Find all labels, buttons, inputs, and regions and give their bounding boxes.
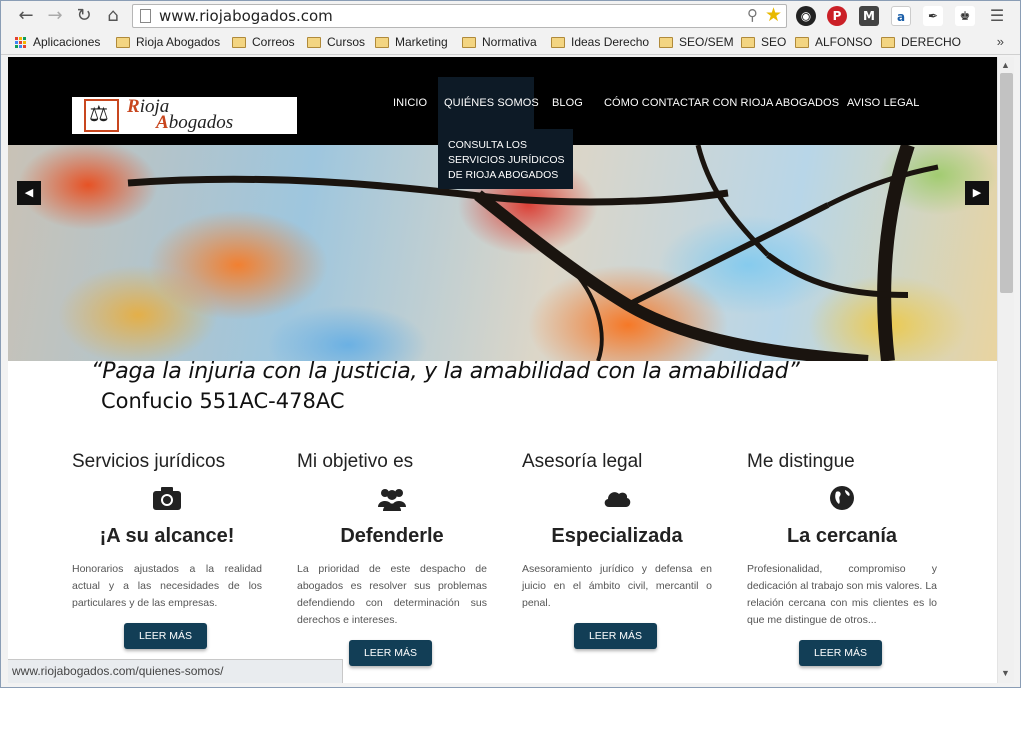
bookmark-label: Aplicaciones xyxy=(33,35,101,49)
leer-mas-button[interactable]: LEER MÁS xyxy=(799,640,882,666)
column-text: Asesoramiento jurídico y defensa en juic… xyxy=(522,563,712,609)
bookmark-label: Rioja Abogados xyxy=(136,35,221,49)
submenu-dropdown[interactable]: CONSULTA LOS SERVICIOS JURÍDICOS DE RIOJ… xyxy=(438,129,573,189)
bookmark-label: Ideas Derecho xyxy=(571,35,650,49)
column-subtitle: ¡A su alcance! xyxy=(99,525,235,547)
pen-extension-icon[interactable]: ✒ xyxy=(923,6,943,26)
bookmark-label: SEO xyxy=(761,35,787,49)
users-icon xyxy=(378,489,406,511)
menu-aviso-legal[interactable]: AVISO LEGAL xyxy=(847,97,919,109)
bookmarks-bar: Aplicaciones Rioja Abogados Correos Curs… xyxy=(1,31,1020,55)
feature-column-servicios: Servicios jurídicos ¡A su alcance! Honor… xyxy=(72,451,262,649)
owl-extension-icon[interactable]: ◉ xyxy=(796,6,816,26)
logo-word-abogados: Abogados xyxy=(156,112,234,133)
star-icon[interactable]: ★ xyxy=(765,4,782,26)
submenu-consulta-servicios[interactable]: CONSULTA LOS SERVICIOS JURÍDICOS DE RIOJ… xyxy=(448,138,570,183)
address-bar[interactable]: www.riojabogados.com ⚲ ★ xyxy=(132,4,787,28)
feature-column-objetivo: Mi objetivo es Defenderle La prioridad d… xyxy=(297,451,487,666)
bookmark-label: ALFONSO xyxy=(815,35,873,49)
globe-icon xyxy=(830,486,854,510)
hero-quote: “Paga la injuria con la justicia, y la a… xyxy=(91,359,800,384)
feature-column-asesoria: Asesoría legal Especializada Asesoramien… xyxy=(522,451,712,649)
folder-icon xyxy=(881,36,895,48)
folder-icon xyxy=(462,36,476,48)
bookmark-label: Marketing xyxy=(395,35,448,49)
bookmark-label: Cursos xyxy=(327,35,366,49)
scroll-down-arrow-icon[interactable]: ▼ xyxy=(1001,668,1010,678)
bookmark-folder[interactable]: Ideas Derecho xyxy=(551,35,649,49)
bookmark-folder[interactable]: SEO xyxy=(741,35,786,49)
folder-icon xyxy=(741,36,755,48)
bookmark-folder[interactable]: DERECHO xyxy=(881,35,961,49)
evernote-extension-icon[interactable]: ♚ xyxy=(955,6,975,26)
folder-icon xyxy=(795,36,809,48)
bookmark-folder[interactable]: Correos xyxy=(232,35,295,49)
more-bookmarks-button[interactable]: » xyxy=(997,34,1004,49)
zoom-icon[interactable]: ⚲ xyxy=(747,6,758,24)
bookmark-folder[interactable]: Rioja Abogados xyxy=(116,35,220,49)
column-title: Mi objetivo es xyxy=(297,451,414,472)
bookmark-folder[interactable]: Marketing xyxy=(375,35,448,49)
bookmark-label: Normativa xyxy=(482,35,537,49)
leer-mas-button[interactable]: LEER MÁS xyxy=(349,640,432,666)
column-text: La prioridad de este despacho de abogado… xyxy=(297,563,487,626)
bookmark-folder[interactable]: Cursos xyxy=(307,35,365,49)
reload-icon[interactable]: ↻ xyxy=(73,5,95,27)
bookmark-apps[interactable]: Aplicaciones xyxy=(15,35,100,49)
column-title: Me distingue xyxy=(747,451,855,472)
folder-icon xyxy=(659,36,673,48)
column-text: Profesionalidad, compromiso y dedicación… xyxy=(747,563,937,626)
browser-window: ← → ↻ ⌂ www.riojabogados.com ⚲ ★ ◉ P M a… xyxy=(0,0,1021,688)
feature-column-distingue: Me distingue La cercanía Profesionalidad… xyxy=(747,451,937,666)
hamburger-menu-icon[interactable]: ☰ xyxy=(986,5,1008,27)
pinterest-extension-icon[interactable]: P xyxy=(827,6,847,26)
menu-quienes-somos[interactable]: QUIÉNES SOMOS xyxy=(444,97,539,109)
camera-icon xyxy=(153,487,181,510)
folder-icon xyxy=(551,36,565,48)
site-logo[interactable]: ⚖ Rioja Abogados xyxy=(72,96,297,134)
bookmark-folder[interactable]: Normativa xyxy=(462,35,537,49)
bookmark-label: Correos xyxy=(252,35,295,49)
back-arrow-icon[interactable]: ← xyxy=(15,5,37,27)
forward-arrow-icon[interactable]: → xyxy=(44,5,66,27)
amazon-extension-icon[interactable]: a xyxy=(891,6,911,26)
page-viewport: ⚖ Rioja Abogados INICIO QUIÉNES SOMOS BL… xyxy=(8,57,997,683)
folder-icon xyxy=(307,36,321,48)
bookmark-label: SEO/SEM xyxy=(679,35,734,49)
scales-icon: ⚖ xyxy=(89,102,109,127)
menu-blog[interactable]: BLOG xyxy=(552,97,583,109)
slider-next-button[interactable]: ▶ xyxy=(965,181,989,205)
bookmark-folder[interactable]: SEO/SEM xyxy=(659,35,734,49)
page-icon xyxy=(140,9,151,23)
bookmark-label: DERECHO xyxy=(901,35,962,49)
m-extension-icon[interactable]: M xyxy=(859,6,879,26)
home-icon[interactable]: ⌂ xyxy=(102,5,124,27)
quote-author: Confucio 551AC-478AC xyxy=(101,389,345,413)
folder-icon xyxy=(375,36,389,48)
menu-inicio[interactable]: INICIO xyxy=(393,97,427,109)
column-title: Servicios jurídicos xyxy=(72,451,226,472)
apps-grid-icon xyxy=(15,36,26,48)
scrollbar-thumb[interactable] xyxy=(1000,73,1013,293)
column-text: Honorarios ajustados a la realidad actua… xyxy=(72,563,262,609)
cloud-icon xyxy=(604,492,631,507)
column-subtitle: Especializada xyxy=(551,525,683,547)
bookmark-folder[interactable]: ALFONSO xyxy=(795,35,872,49)
url-text[interactable]: www.riojabogados.com xyxy=(159,7,333,25)
column-title: Asesoría legal xyxy=(522,451,643,472)
column-subtitle: La cercanía xyxy=(786,525,898,547)
logo-frame: ⚖ xyxy=(84,99,119,132)
menu-contactar[interactable]: CÓMO CONTACTAR CON RIOJA ABOGADOS xyxy=(604,97,839,109)
vertical-scrollbar[interactable]: ▲ ▼ xyxy=(997,57,1014,683)
leer-mas-button[interactable]: LEER MÁS xyxy=(574,623,657,649)
browser-toolbar: ← → ↻ ⌂ www.riojabogados.com ⚲ ★ ◉ P M a… xyxy=(1,1,1020,31)
slider-prev-button[interactable]: ◀ xyxy=(17,181,41,205)
column-subtitle: Defenderle xyxy=(340,525,444,547)
status-bar-url: www.riojabogados.com/quienes-somos/ xyxy=(8,659,343,683)
folder-icon xyxy=(232,36,246,48)
leer-mas-button[interactable]: LEER MÁS xyxy=(124,623,207,649)
scroll-up-arrow-icon[interactable]: ▲ xyxy=(1001,60,1010,70)
folder-icon xyxy=(116,36,130,48)
